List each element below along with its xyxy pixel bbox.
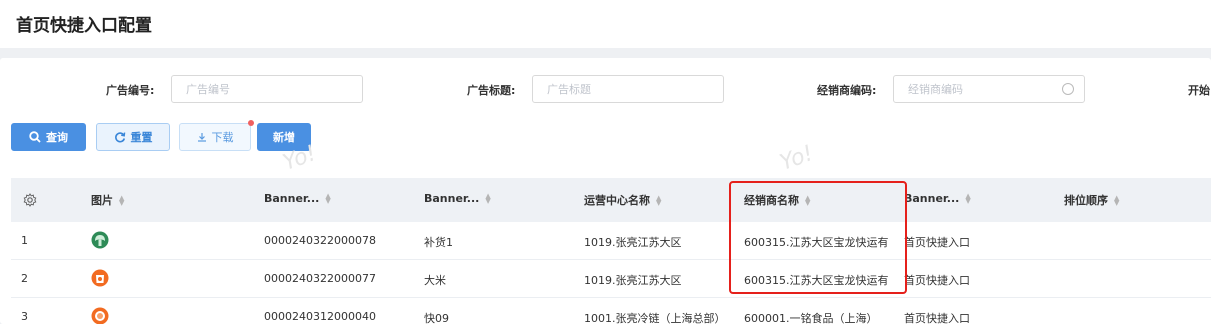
banner-number: 0000240322000078 [264, 234, 376, 247]
settings-gear-icon[interactable] [23, 193, 37, 207]
sort-icon[interactable]: ▲ ▼ [965, 193, 970, 205]
banner-type: 首页快捷入口 [904, 274, 970, 287]
sort-icon[interactable]: ▲ ▼ [1114, 195, 1119, 207]
sort-icon[interactable]: ▲ ▼ [485, 193, 490, 205]
row-index: 2 [21, 272, 28, 285]
row-index: 1 [21, 234, 28, 247]
center-name: 1019.张亮江苏大区 [584, 274, 682, 287]
column-header-center[interactable]: 运营中心名称 ▲ ▼ [584, 192, 661, 208]
column-header-label: 运营中心名称 [584, 194, 650, 207]
sort-icon[interactable]: ▲ ▼ [325, 193, 330, 205]
banner-number: 0000240312000040 [264, 310, 376, 323]
banner-title: 补货1 [424, 236, 453, 249]
astronaut-icon [91, 307, 109, 324]
dealer-name: 600001.一铭食品（上海） [744, 312, 878, 324]
column-header-banner-type[interactable]: Banner... ▲ ▼ [904, 192, 971, 205]
column-header-label: 图片 [91, 194, 113, 207]
cabbage-icon [91, 231, 109, 249]
column-header-dealer[interactable]: 经销商名称 ▲ ▼ [744, 192, 810, 208]
table-row[interactable]: 3 0000240312000040 快09 1001.张亮冷链（上海总部） 6… [11, 298, 1211, 324]
column-header-image[interactable]: 图片 ▲ ▼ [91, 192, 124, 208]
center-name: 1001.张亮冷链（上海总部） [584, 312, 726, 324]
banner-title: 快09 [424, 312, 449, 324]
sort-icon[interactable]: ▲ ▼ [656, 195, 661, 207]
page-header: 首页快捷入口配置 [0, 0, 1211, 48]
table-row[interactable]: 2 0000240322000077 大米 1019.张亮江苏大区 600315… [11, 260, 1211, 298]
column-header-banner-title[interactable]: Banner... ▲ ▼ [424, 192, 491, 205]
banner-title: 大米 [424, 274, 446, 287]
banner-type: 首页快捷入口 [904, 312, 970, 324]
column-header-order[interactable]: 排位顺序 ▲ ▼ [1064, 192, 1119, 208]
dealer-name: 600315.江苏大区宝龙快运有 [744, 236, 889, 249]
column-header-label: 经销商名称 [744, 194, 799, 207]
center-name: 1019.张亮江苏大区 [584, 236, 682, 249]
data-table: 图片 ▲ ▼ Banner... ▲ ▼ Banner... ▲ ▼ 运营中心名称 ▲ ▼ 经销… [0, 58, 1211, 324]
column-header-label: Banner... [904, 192, 960, 205]
column-header-label: 排位顺序 [1064, 194, 1108, 207]
sort-icon[interactable]: ▲ ▼ [805, 195, 810, 207]
table-header: 图片 ▲ ▼ Banner... ▲ ▼ Banner... ▲ ▼ 运营中心名称 ▲ ▼ 经销… [11, 178, 1211, 222]
banner-type: 首页快捷入口 [904, 236, 970, 249]
page-title: 首页快捷入口配置 [16, 16, 152, 36]
sort-icon[interactable]: ▲ ▼ [119, 195, 124, 207]
dealer-name: 600315.江苏大区宝龙快运有 [744, 274, 889, 287]
rice-bag-icon [91, 269, 109, 287]
column-header-label: Banner... [264, 192, 320, 205]
column-header-label: Banner... [424, 192, 480, 205]
table-row[interactable]: 1 0000240322000078 补货1 1019.张亮江苏大区 60031… [11, 222, 1211, 260]
column-header-banner-no[interactable]: Banner... ▲ ▼ [264, 192, 331, 205]
row-index: 3 [21, 310, 28, 323]
banner-number: 0000240322000077 [264, 272, 376, 285]
